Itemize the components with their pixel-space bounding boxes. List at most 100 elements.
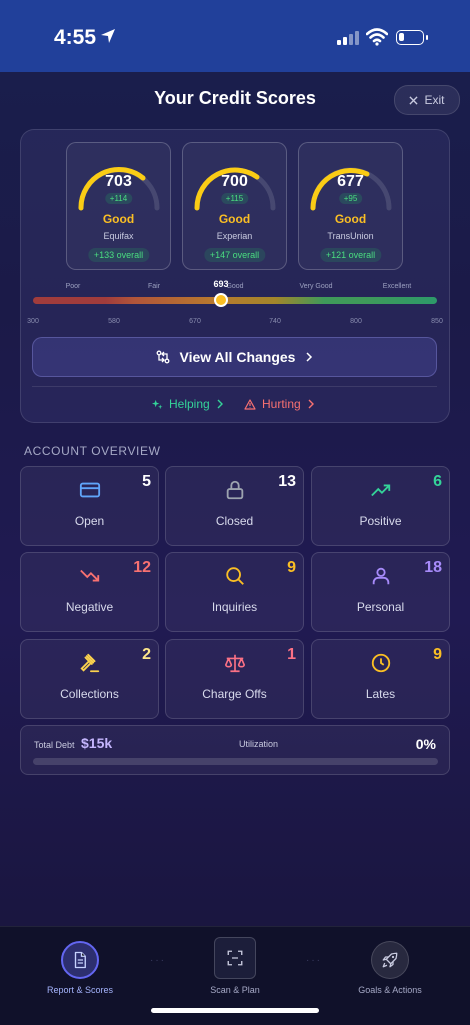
helping-link[interactable]: Helping: [152, 397, 224, 411]
bureau-name: Experian: [216, 231, 253, 241]
tile-closed[interactable]: 13 Closed: [165, 466, 304, 546]
tile-collections[interactable]: 2 Collections: [20, 639, 159, 719]
sparkle-icon: [152, 399, 163, 409]
helping-label: Helping: [169, 397, 210, 411]
range-label-excellent: Excellent: [382, 283, 412, 290]
nav-separator: ···: [150, 955, 166, 966]
nav-goals-actions[interactable]: Goals & Actions: [320, 927, 460, 1007]
status-bar: 4:55: [0, 0, 470, 72]
range-tick: 580: [108, 318, 120, 325]
exit-button[interactable]: Exit: [394, 85, 460, 115]
overall-change-badge: +121 overall: [319, 248, 382, 262]
tile-count: 18: [424, 559, 442, 576]
nav-icon-wrap: [61, 941, 99, 979]
tile-count: 2: [142, 646, 151, 663]
tile-label: Collections: [60, 687, 119, 701]
nav-label: Report & Scores: [46, 985, 114, 995]
view-all-changes-button[interactable]: View All Changes: [32, 337, 437, 377]
range-tick: 850: [431, 318, 443, 325]
hurting-label: Hurting: [262, 397, 301, 411]
debt-utilization-card[interactable]: Total Debt $15k Utilization 0%: [20, 725, 450, 775]
score-rating: Good: [218, 212, 251, 226]
tile-label: Open: [74, 514, 105, 528]
tile-negative[interactable]: 12 Negative: [20, 552, 159, 632]
tile-count: 1: [287, 646, 296, 663]
view-all-changes-label: View All Changes: [179, 349, 296, 365]
tile-count: 12: [133, 559, 151, 576]
score-delta-badge: +114: [104, 193, 133, 204]
chevron-right-icon: [217, 399, 223, 409]
current-score-value: 693: [213, 279, 229, 289]
bureau-name: TransUnion: [327, 231, 374, 241]
bureau-score: 703: [105, 173, 132, 190]
score-rating: Good: [102, 212, 135, 226]
compare-arrows-icon: [156, 350, 169, 364]
scan-icon: [227, 950, 243, 966]
home-indicator: [151, 1008, 319, 1013]
nav-label: Goals & Actions: [358, 985, 422, 995]
score-delta-badge: +115: [220, 193, 249, 204]
tile-label: Negative: [65, 600, 114, 614]
divider: [32, 386, 437, 387]
document-icon: [74, 951, 86, 969]
tile-personal[interactable]: 18 Personal: [311, 552, 450, 632]
user-icon: [372, 567, 389, 585]
tile-count: 5: [142, 473, 151, 490]
tile-label: Personal: [356, 600, 405, 614]
bureau-card-transunion[interactable]: 677 +95 Good TransUnion +121 overall: [298, 142, 403, 270]
tile-label: Closed: [215, 514, 254, 528]
clock-icon: [371, 653, 390, 673]
chevron-right-icon: [308, 399, 314, 409]
tile-inquiries[interactable]: 9 Inquiries: [165, 552, 304, 632]
bureau-card-equifax[interactable]: 703 +114 Good Equifax +133 overall: [66, 142, 171, 270]
status-time: 4:55: [54, 26, 97, 49]
warning-icon: [244, 398, 256, 410]
tile-label: Inquiries: [211, 600, 258, 614]
utilization-label: Utilization: [239, 739, 279, 749]
trending-up-icon: [370, 484, 390, 497]
utilization-bar: [33, 758, 438, 765]
tile-count: 9: [433, 646, 442, 663]
score-delta-badge: +95: [338, 193, 363, 204]
range-tick: 740: [269, 318, 281, 325]
range-tick: 800: [350, 318, 362, 325]
tile-label: Positive: [359, 514, 402, 528]
range-label-fair: Fair: [147, 283, 161, 290]
bureau-score: 700: [221, 173, 248, 190]
range-tick: 670: [189, 318, 201, 325]
score-rating: Good: [334, 212, 367, 226]
score-range-bar: [33, 297, 437, 304]
hurting-link[interactable]: Hurting: [244, 397, 315, 411]
location-arrow-icon: [101, 29, 115, 43]
cellular-signal-icon: [337, 31, 359, 45]
bureau-score: 677: [337, 173, 364, 190]
tile-open[interactable]: 5 Open: [20, 466, 159, 546]
rocket-icon: [382, 952, 398, 968]
tile-positive[interactable]: 6 Positive: [311, 466, 450, 546]
total-debt-value: $15k: [81, 735, 113, 751]
wifi-icon: [366, 28, 388, 46]
nav-label: Scan & Plan: [210, 985, 260, 995]
search-icon: [225, 567, 244, 585]
battery-icon: [396, 30, 428, 45]
nav-report-scores[interactable]: Report & Scores: [10, 927, 150, 1007]
close-icon: [409, 95, 419, 105]
bureau-name: Equifax: [103, 231, 134, 241]
nav-icon-wrap: [371, 941, 409, 979]
tile-lates[interactable]: 9 Lates: [311, 639, 450, 719]
total-debt-label: Total Debt: [34, 740, 75, 750]
credit-card-icon: [79, 482, 100, 498]
tile-label: Charge Offs: [202, 687, 267, 701]
range-label-poor: Poor: [65, 283, 81, 290]
overall-change-badge: +133 overall: [87, 248, 150, 262]
bureau-card-experian[interactable]: 700 +115 Good Experian +147 overall: [182, 142, 287, 270]
tile-charge-offs[interactable]: 1 Charge Offs: [165, 639, 304, 719]
nav-icon-wrap: [214, 937, 256, 979]
trending-down-icon: [79, 569, 99, 582]
account-overview-title: ACCOUNT OVERVIEW: [24, 444, 161, 458]
chevron-right-icon: [306, 352, 313, 362]
range-label-good: Good: [226, 283, 244, 290]
current-score-marker: [214, 293, 228, 307]
nav-scan-plan[interactable]: Scan & Plan: [165, 927, 305, 1007]
tile-count: 9: [287, 559, 296, 576]
